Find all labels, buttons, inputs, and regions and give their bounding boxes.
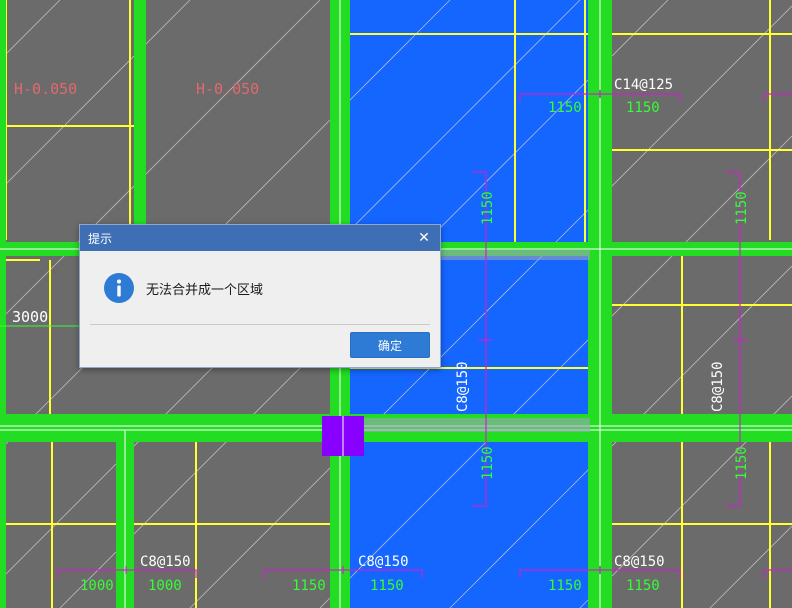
- dialog-body: 无法合并成一个区域: [80, 251, 440, 325]
- dim-label-1000-a: 1000: [80, 578, 114, 594]
- rebar-label-c8-bot-left: C8@150: [140, 554, 191, 570]
- rebar-label-c8-v-right: C8@150: [710, 361, 726, 412]
- dim-label-1150-bot-b: 1150: [370, 578, 404, 594]
- elevation-label-mid: H-0.050: [196, 80, 259, 98]
- dim-label-1150-v-bot-mid: 1150: [480, 446, 496, 480]
- cad-viewport[interactable]: H-0.050 H-0.050 3000 C14@125 1150 1150 1…: [0, 0, 792, 608]
- rebar-label-c8-bot-mid: C8@150: [358, 554, 409, 570]
- dim-label-1150-bot-c: 1150: [548, 578, 582, 594]
- info-icon: [104, 273, 134, 303]
- dim-label-1150-v-bot-right: 1150: [734, 446, 750, 480]
- rebar-label-c8-v-mid: C8@150: [455, 361, 471, 412]
- dim-label-1150-v-top-right: 1150: [734, 191, 750, 225]
- dialog-message: 无法合并成一个区域: [146, 282, 264, 298]
- rebar-label-c8-bot-right: C8@150: [614, 554, 665, 570]
- dim-label-1150-bot-a: 1150: [292, 578, 326, 594]
- close-icon[interactable]: ✕: [416, 230, 432, 246]
- dim-label-1150-bot-d: 1150: [626, 578, 660, 594]
- elevation-label-left: H-0.050: [14, 80, 77, 98]
- alert-dialog: 提示 ✕ 无法合并成一个区域 确定: [79, 224, 441, 368]
- rebar-label-c14: C14@125: [614, 77, 673, 93]
- dialog-titlebar[interactable]: 提示 ✕: [80, 225, 440, 251]
- dim-label-1000-b: 1000: [148, 578, 182, 594]
- dialog-title: 提示: [88, 231, 113, 246]
- beam-strip-lower: [350, 418, 590, 432]
- dim-label-1150-top-a: 1150: [548, 100, 582, 116]
- dim-label-3000: 3000: [12, 308, 48, 326]
- ok-button[interactable]: 确定: [350, 332, 430, 358]
- dialog-divider: [90, 324, 430, 325]
- dim-label-1150-top-b: 1150: [626, 100, 660, 116]
- dim-label-1150-v-top-mid: 1150: [480, 191, 496, 225]
